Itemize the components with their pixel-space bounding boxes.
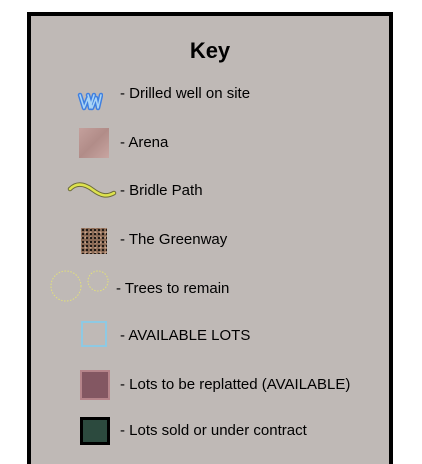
key-label-drilled-well: - Drilled well on site xyxy=(120,85,251,102)
key-label-arena: - Arena xyxy=(120,134,169,151)
key-label-sold-lots: - Lots sold or under contract xyxy=(120,422,307,439)
key-label-greenway: - The Greenway xyxy=(120,231,228,248)
trees-circles-icon xyxy=(50,270,109,302)
key-label-replat-lots: - Lots to be replatted (AVAILABLE) xyxy=(120,376,351,393)
key-label-available-lots: - AVAILABLE LOTS xyxy=(120,327,251,344)
key-label-bridle-path: - Bridle Path xyxy=(120,182,203,199)
replat-lot-swatch-icon xyxy=(80,370,110,400)
arena-swatch-icon xyxy=(79,128,109,158)
drilled-well-icon xyxy=(77,92,103,111)
greenway-swatch-icon xyxy=(81,228,107,254)
available-lot-swatch-icon xyxy=(81,321,107,347)
key-title: Key xyxy=(189,38,231,63)
bridle-path-icon xyxy=(67,182,117,198)
sold-lot-swatch-icon xyxy=(80,417,110,445)
map-key-panel: Key - Drilled well on site - Arena - Bri… xyxy=(27,12,393,464)
key-label-trees: - Trees to remain xyxy=(116,280,230,297)
